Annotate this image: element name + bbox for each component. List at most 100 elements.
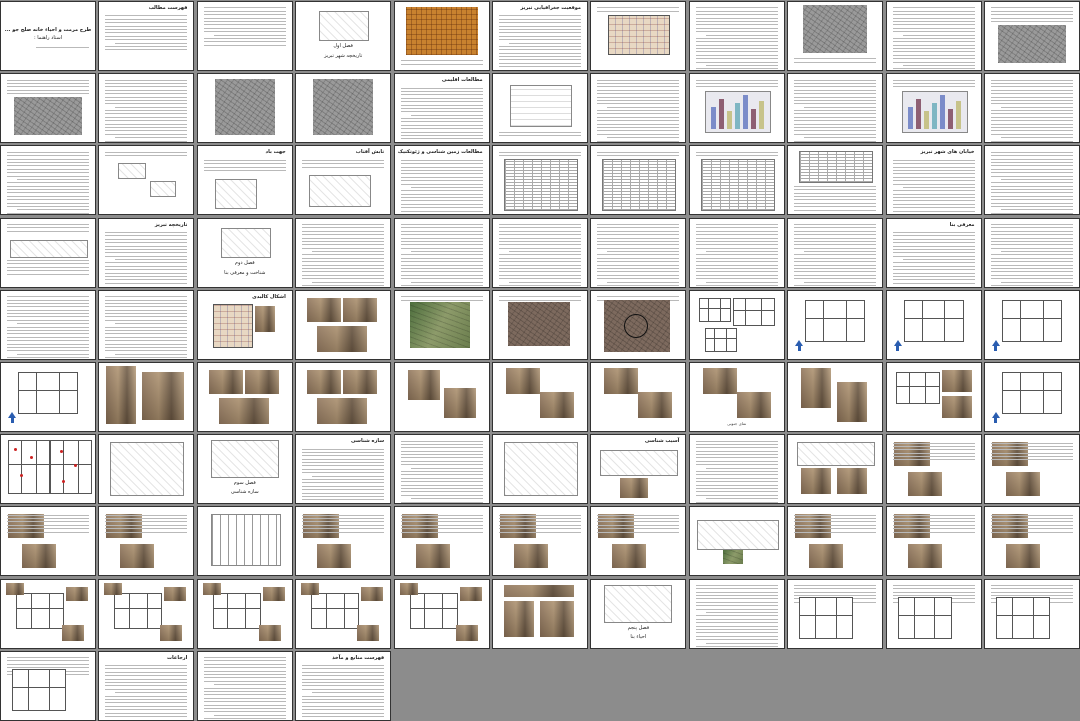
page-thumbnail[interactable] (983, 217, 1080, 288)
page-thumbnail[interactable] (787, 1, 884, 71)
page-thumbnail[interactable] (491, 361, 588, 432)
page-thumbnail[interactable] (787, 434, 884, 505)
page-thumbnail[interactable] (590, 506, 687, 577)
page-thumbnail[interactable] (590, 361, 687, 432)
page-thumbnail[interactable]: معرفی بنا (885, 217, 982, 288)
page-thumbnail[interactable] (787, 217, 884, 288)
page-thumbnail[interactable] (688, 1, 785, 71)
page-thumbnail[interactable] (295, 289, 392, 360)
page-thumbnail[interactable] (98, 73, 195, 144)
page-thumbnail[interactable]: نمای جنوبی (688, 361, 785, 432)
page-thumbnail[interactable]: تابش آفتاب (295, 145, 392, 216)
page-thumbnail[interactable] (196, 361, 293, 432)
page-thumbnail[interactable] (98, 145, 195, 216)
page-thumbnail[interactable] (787, 361, 884, 432)
page-thumbnail[interactable] (393, 217, 490, 288)
page-thumbnail[interactable] (0, 650, 96, 721)
page-thumbnail[interactable] (787, 578, 884, 649)
page-thumbnail[interactable] (295, 361, 392, 432)
page-thumbnail[interactable] (491, 434, 588, 505)
page-thumbnail[interactable]: خیابان های شهر تبریز (885, 145, 982, 216)
page-thumbnail[interactable] (590, 217, 687, 288)
page-thumbnail[interactable]: فصل اول تاریخچه شهر تبریز (295, 1, 392, 71)
page-thumbnail[interactable] (688, 73, 785, 144)
page-thumbnail[interactable] (688, 434, 785, 505)
page-thumbnail[interactable] (885, 73, 982, 144)
page-thumbnail[interactable] (393, 506, 490, 577)
page-thumbnail[interactable] (196, 506, 293, 577)
page-thumbnail[interactable] (98, 289, 195, 360)
page-thumbnail[interactable] (0, 217, 96, 288)
page-thumbnail[interactable] (98, 506, 195, 577)
page-thumbnail[interactable] (688, 289, 785, 360)
page-thumbnail[interactable] (393, 1, 490, 71)
page-thumbnail[interactable] (393, 578, 490, 649)
page-thumbnail[interactable] (98, 361, 195, 432)
page-thumbnail[interactable]: ارجاعات (98, 650, 195, 721)
page-thumbnail[interactable] (787, 73, 884, 144)
page-thumbnail[interactable]: طرح مرمت و احیاء خانه صلح جو ... استاد را… (0, 1, 96, 71)
page-thumbnail[interactable] (491, 145, 588, 216)
page-thumbnail[interactable] (590, 1, 687, 71)
page-thumbnail[interactable] (983, 73, 1080, 144)
page-thumbnail[interactable] (688, 145, 785, 216)
page-thumbnail[interactable] (393, 361, 490, 432)
page-thumbnail[interactable] (983, 578, 1080, 649)
page-thumbnail[interactable] (885, 289, 982, 360)
page-thumbnail[interactable] (196, 578, 293, 649)
page-thumbnail[interactable] (295, 73, 392, 144)
page-thumbnail[interactable] (787, 145, 884, 216)
page-thumbnail[interactable] (688, 578, 785, 649)
page-thumbnail[interactable] (393, 434, 490, 505)
page-thumbnail[interactable] (0, 289, 96, 360)
page-thumbnail[interactable] (0, 361, 96, 432)
page-thumbnail[interactable] (196, 73, 293, 144)
page-thumbnail[interactable]: آسیب شناسی (590, 434, 687, 505)
page-thumbnail[interactable] (491, 506, 588, 577)
page-thumbnail[interactable] (688, 506, 785, 577)
page-thumbnail[interactable] (491, 217, 588, 288)
page-thumbnail[interactable] (491, 289, 588, 360)
page-thumbnail[interactable]: فصل سوم سازه شناسی (196, 434, 293, 505)
page-thumbnail[interactable]: فصل دوم شناخت و معرفی بنا (196, 217, 293, 288)
page-thumbnail[interactable]: سازه شناسی (295, 434, 392, 505)
page-thumbnail[interactable] (0, 434, 96, 505)
page-thumbnail[interactable] (590, 73, 687, 144)
page-thumbnail[interactable] (491, 578, 588, 649)
page-thumbnail[interactable] (885, 578, 982, 649)
page-thumbnail[interactable] (885, 1, 982, 71)
page-thumbnail[interactable] (196, 1, 293, 71)
page-thumbnail[interactable] (983, 361, 1080, 432)
page-thumbnail[interactable] (295, 578, 392, 649)
page-thumbnail[interactable] (0, 73, 96, 144)
page-thumbnail[interactable] (295, 506, 392, 577)
page-thumbnail[interactable] (0, 506, 96, 577)
page-thumbnail[interactable]: جهت باد (196, 145, 293, 216)
page-thumbnail[interactable] (787, 506, 884, 577)
page-thumbnail[interactable] (983, 145, 1080, 216)
page-thumbnail[interactable] (688, 217, 785, 288)
page-thumbnail[interactable] (885, 361, 982, 432)
page-thumbnail[interactable]: فهرست منابع و مآخذ (295, 650, 392, 721)
page-thumbnail[interactable] (0, 578, 96, 649)
page-thumbnail[interactable]: فهرست مطالب (98, 1, 195, 71)
page-thumbnail[interactable] (590, 145, 687, 216)
page-thumbnail[interactable] (787, 289, 884, 360)
page-thumbnail[interactable]: فصل پنجم احیاء بنا (590, 578, 687, 649)
page-thumbnail[interactable]: مطالعات اقلیمی (393, 73, 490, 144)
page-thumbnail[interactable] (295, 217, 392, 288)
page-thumbnail[interactable] (393, 289, 490, 360)
page-thumbnail[interactable]: تاریخچه تبریز (98, 217, 195, 288)
page-thumbnail[interactable] (983, 434, 1080, 505)
page-thumbnail[interactable]: مطالعات زمین شناسی و ژئوتکنیک (393, 145, 490, 216)
page-thumbnail[interactable] (983, 506, 1080, 577)
page-thumbnail[interactable] (98, 578, 195, 649)
page-thumbnail[interactable] (196, 650, 293, 721)
page-thumbnail[interactable] (885, 506, 982, 577)
page-thumbnail[interactable] (491, 73, 588, 144)
page-thumbnail[interactable] (983, 1, 1080, 71)
page-thumbnail[interactable]: اشکال کالبدی (196, 289, 293, 360)
page-thumbnail[interactable] (983, 289, 1080, 360)
page-thumbnail[interactable] (0, 145, 96, 216)
page-thumbnail[interactable] (98, 434, 195, 505)
